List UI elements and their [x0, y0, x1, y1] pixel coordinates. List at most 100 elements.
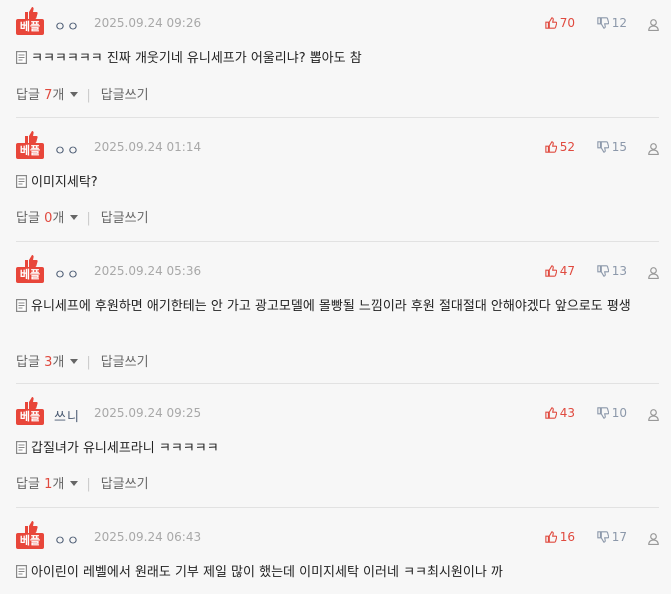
upvote-button[interactable]: 47: [545, 264, 575, 278]
user-icon: [648, 267, 659, 280]
downvote-count: 12: [611, 16, 627, 30]
caret-down-icon: [70, 359, 79, 364]
comment-header: 베플 ㅇㅇ 2025.09.24 06:43 16 17: [16, 514, 659, 552]
downvote-count: 13: [611, 264, 627, 278]
footer-divider: |: [86, 88, 91, 103]
comment-footer: 답글 1개 | 답글쓰기: [16, 473, 149, 492]
reply-toggle[interactable]: 답글 1개: [16, 477, 79, 492]
comment-text: 갑질녀가 유니세프라니 ㅋㅋㅋㅋㅋ: [31, 441, 219, 456]
thumbs-up-icon: [545, 265, 557, 277]
thumbs-up-icon: [25, 397, 38, 409]
comment-date: 2025.09.24 01:14: [94, 140, 202, 154]
thumbs-down-icon: [597, 407, 609, 419]
best-badge-label: 베플: [16, 533, 44, 549]
reply-label: 답글: [16, 211, 40, 226]
comment-text: ㅋㅋㅋㅋㅋㅋ 진짜 개웃기네 유니세프가 어울리냐? 뽑아도 참: [31, 51, 362, 66]
comment-header: 베플 ㅇㅇ 2025.09.24 09:26 70 12: [16, 0, 659, 38]
memo-icon: [16, 299, 27, 312]
reply-unit: 개: [52, 88, 65, 103]
thumbs-down-icon: [597, 17, 609, 29]
upvote-count: 47: [559, 264, 575, 278]
comment-item: 베플 쓰니 2025.09.24 09:25 43 10 갑질녀가 유니세프라니…: [0, 390, 671, 508]
reply-unit: 개: [52, 477, 65, 492]
upvote-count: 70: [559, 16, 575, 30]
comment-nickname[interactable]: ㅇㅇ: [54, 264, 80, 283]
comment-date: 2025.09.24 06:43: [94, 530, 202, 544]
comment-nickname[interactable]: ㅇㅇ: [54, 16, 80, 35]
report-button[interactable]: [648, 16, 659, 35]
comment-item: 베플 ㅇㅇ 2025.09.24 06:43 16 17 아이린이 레벨에서 원…: [0, 514, 671, 594]
downvote-button[interactable]: 13: [597, 264, 627, 278]
reply-label: 답글: [16, 355, 40, 370]
upvote-button[interactable]: 70: [545, 16, 575, 30]
caret-down-icon: [70, 215, 79, 220]
comment-footer: 답글 0개 | 답글쓰기: [16, 207, 149, 226]
comment-list: 베플 ㅇㅇ 2025.09.24 09:26 70 12 ㅋㅋㅋㅋㅋㅋ 진짜 개…: [0, 0, 671, 594]
best-badge-label: 베플: [16, 19, 44, 35]
footer-divider: |: [86, 477, 91, 492]
comment-date: 2025.09.24 09:26: [94, 16, 202, 30]
comment-date: 2025.09.24 05:36: [94, 264, 202, 278]
comment-item: 베플 ㅇㅇ 2025.09.24 09:26 70 12 ㅋㅋㅋㅋㅋㅋ 진짜 개…: [0, 0, 671, 118]
comment-footer: 답글 7개 | 답글쓰기: [16, 84, 149, 103]
comment-nickname[interactable]: ㅇㅇ: [54, 140, 80, 159]
comment-text: 아이린이 레벨에서 원래도 기부 제일 많이 했는데 이미지세탁 이러네 ㅋㅋ최…: [31, 565, 503, 580]
thumbs-up-icon: [545, 141, 557, 153]
comment-divider: [16, 383, 659, 384]
memo-icon: [16, 175, 27, 188]
best-badge: 베플: [16, 130, 44, 162]
thumbs-up-icon: [25, 7, 38, 19]
upvote-button[interactable]: 43: [545, 406, 575, 420]
downvote-button[interactable]: 15: [597, 140, 627, 154]
upvote-count: 16: [559, 530, 575, 544]
comment-body: ㅋㅋㅋㅋㅋㅋ 진짜 개웃기네 유니세프가 어울리냐? 뽑아도 참: [16, 48, 659, 69]
write-reply-link[interactable]: 답글쓰기: [101, 211, 149, 226]
upvote-button[interactable]: 52: [545, 140, 575, 154]
thumbs-up-icon: [25, 521, 38, 533]
thumbs-up-icon: [545, 407, 557, 419]
thumbs-up-icon: [25, 131, 38, 143]
thumbs-down-icon: [597, 141, 609, 153]
downvote-count: 10: [611, 406, 627, 420]
comment-nickname[interactable]: 쓰니: [54, 406, 80, 425]
comment-body: 유니세프에 후원하면 애기한테는 안 가고 광고모델에 몰빵될 느낌이라 후원 …: [16, 296, 659, 317]
downvote-button[interactable]: 12: [597, 16, 627, 30]
comment-header: 베플 쓰니 2025.09.24 09:25 43 10: [16, 390, 659, 428]
report-button[interactable]: [648, 406, 659, 425]
reply-toggle[interactable]: 답글 7개: [16, 88, 79, 103]
best-badge: 베플: [16, 6, 44, 38]
best-badge: 베플: [16, 254, 44, 286]
downvote-button[interactable]: 17: [597, 530, 627, 544]
comment-body: 이미지세탁?: [16, 172, 659, 193]
downvote-count: 17: [611, 530, 627, 544]
reply-toggle[interactable]: 답글 0개: [16, 211, 79, 226]
downvote-button[interactable]: 10: [597, 406, 627, 420]
memo-icon: [16, 441, 27, 454]
report-button[interactable]: [648, 530, 659, 549]
report-button[interactable]: [648, 140, 659, 159]
comment-body: 아이린이 레벨에서 원래도 기부 제일 많이 했는데 이미지세탁 이러네 ㅋㅋ최…: [16, 562, 659, 583]
downvote-count: 15: [611, 140, 627, 154]
reply-label: 답글: [16, 477, 40, 492]
write-reply-link[interactable]: 답글쓰기: [101, 477, 149, 492]
comment-nickname[interactable]: ㅇㅇ: [54, 530, 80, 549]
reply-unit: 개: [52, 211, 65, 226]
memo-icon: [16, 51, 27, 64]
upvote-count: 43: [559, 406, 575, 420]
reply-label: 답글: [16, 88, 40, 103]
caret-down-icon: [70, 481, 79, 486]
comment-text: 이미지세탁?: [31, 175, 98, 190]
comment-header: 베플 ㅇㅇ 2025.09.24 05:36 47 13: [16, 248, 659, 286]
best-badge: 베플: [16, 396, 44, 428]
write-reply-link[interactable]: 답글쓰기: [101, 88, 149, 103]
thumbs-down-icon: [597, 265, 609, 277]
comment-divider: [16, 117, 659, 118]
best-badge: 베플: [16, 520, 44, 552]
report-button[interactable]: [648, 264, 659, 283]
best-badge-label: 베플: [16, 409, 44, 425]
user-icon: [648, 143, 659, 156]
user-icon: [648, 533, 659, 546]
reply-toggle[interactable]: 답글 3개: [16, 355, 79, 370]
write-reply-link[interactable]: 답글쓰기: [101, 355, 149, 370]
upvote-button[interactable]: 16: [545, 530, 575, 544]
